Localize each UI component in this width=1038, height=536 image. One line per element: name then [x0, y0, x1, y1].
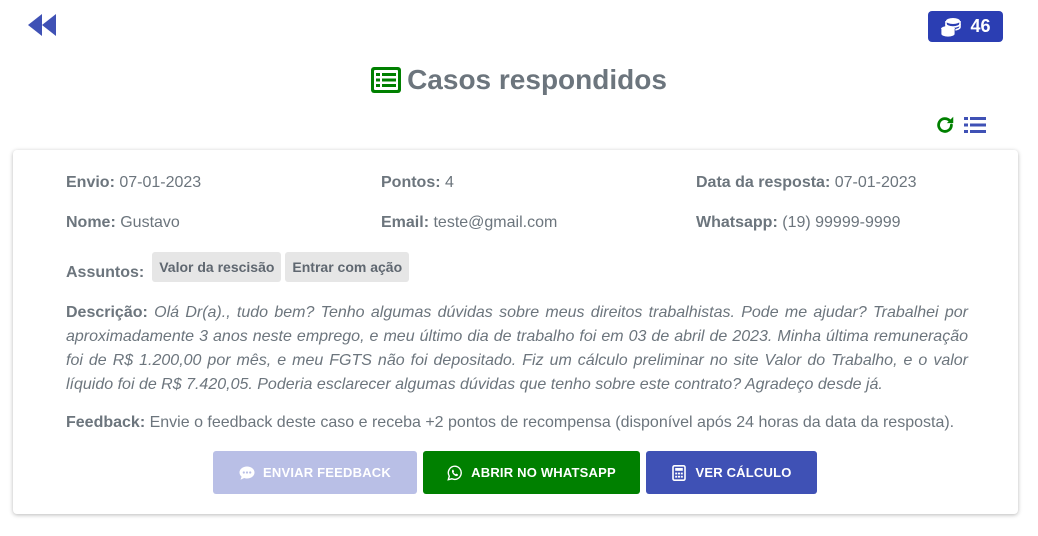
nome-label: Nome: [66, 214, 116, 231]
case-actions: ENVIAR FEEDBACK ABRIR NO WHATSAPP VER CÁ… [213, 451, 817, 494]
envio-field: Envio: 07-01-2023 [66, 174, 201, 192]
feedback-field: Feedback: Envie o feedback deste caso e … [66, 414, 954, 432]
feedback-value: Envie o feedback deste caso e receba +2 … [149, 414, 955, 431]
send-feedback-button[interactable]: ENVIAR FEEDBACK [213, 451, 417, 494]
coins-icon [941, 17, 962, 37]
back-button[interactable] [26, 12, 58, 38]
calculator-icon [672, 464, 687, 481]
subject-chip: Valor da rescisão [152, 252, 282, 282]
envio-label: Envio: [66, 174, 115, 191]
send-feedback-label: ENVIAR FEEDBACK [263, 465, 391, 480]
list-icon[interactable] [964, 116, 986, 134]
case-card: Envio: 07-01-2023 Pontos: 4 Data da resp… [13, 150, 1018, 514]
coins-count: 46 [970, 16, 991, 36]
email-label: Email: [381, 214, 430, 231]
page-title: Casos respondidos [407, 64, 667, 95]
assuntos-label: Assuntos: [66, 264, 145, 281]
view-calculation-button[interactable]: VER CÁLCULO [646, 451, 817, 494]
open-whatsapp-label: ABRIR NO WHATSAPP [471, 465, 616, 480]
coins-badge[interactable]: 46 [928, 11, 1003, 42]
view-calculation-label: VER CÁLCULO [695, 465, 792, 480]
whatsapp-label: Whatsapp: [696, 214, 778, 231]
fast-backward-icon [28, 14, 56, 36]
pontos-field: Pontos: 4 [381, 174, 454, 192]
data-resposta-value: 07-01-2023 [834, 174, 917, 191]
data-resposta-field: Data da resposta: 07-01-2023 [696, 174, 917, 192]
refresh-icon[interactable] [934, 114, 956, 136]
subject-chip: Entrar com ação [285, 252, 410, 282]
descricao-field: Descrição: Olá Dr(a)., tudo bem? Tenho a… [66, 301, 968, 397]
email-field: Email: teste@gmail.com [381, 214, 557, 232]
envio-value: 07-01-2023 [119, 174, 202, 191]
list-alt-icon [371, 67, 402, 93]
whatsapp-icon [447, 464, 463, 481]
page-title-container: Casos respondidos [0, 64, 1038, 96]
feedback-label: Feedback: [66, 414, 146, 431]
descricao-label: Descrição: [66, 304, 148, 321]
nome-field: Nome: Gustavo [66, 214, 180, 232]
descricao-value: Olá Dr(a)., tudo bem? Tenho algumas dúvi… [66, 304, 968, 393]
assuntos-field: Assuntos: Valor da rescisão Entrar com a… [66, 252, 410, 282]
nome-value: Gustavo [120, 214, 180, 231]
toolbar [934, 114, 986, 136]
open-whatsapp-button[interactable]: ABRIR NO WHATSAPP [423, 451, 640, 494]
data-resposta-label: Data da resposta: [696, 174, 831, 191]
whatsapp-field: Whatsapp: (19) 99999-9999 [696, 214, 901, 232]
whatsapp-value: (19) 99999-9999 [782, 214, 901, 231]
pontos-label: Pontos: [381, 174, 441, 191]
email-value: teste@gmail.com [433, 214, 558, 231]
pontos-value: 4 [445, 174, 454, 191]
comment-dots-icon [239, 466, 255, 480]
